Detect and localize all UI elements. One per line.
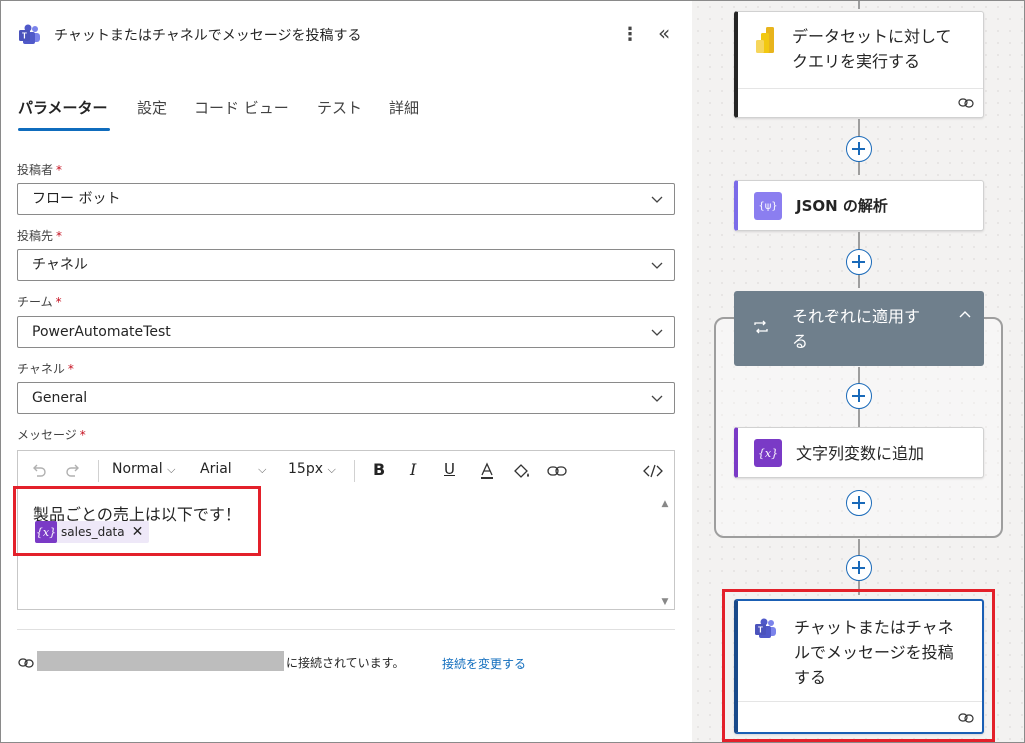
- link-icon: [958, 98, 974, 108]
- connector-line: [858, 1, 860, 9]
- add-step-button[interactable]: [846, 555, 872, 581]
- loop-icon: [754, 320, 768, 334]
- add-step-button[interactable]: [846, 383, 872, 409]
- editor-scrollbar[interactable]: ▲ ▼: [660, 499, 670, 607]
- redo-icon[interactable]: [64, 462, 82, 480]
- font-color-icon[interactable]: [478, 462, 496, 480]
- add-step-button[interactable]: [846, 490, 872, 516]
- highlight-box-action: [722, 589, 995, 742]
- card-append-title: 文字列変数に追加: [796, 444, 925, 463]
- card-query-dataset[interactable]: データセットに対して クエリを実行する: [734, 11, 984, 118]
- underline-icon[interactable]: U: [444, 460, 455, 478]
- tab-settings[interactable]: 設定: [137, 97, 167, 118]
- card-foreach-title: それぞれに適用す る: [792, 307, 921, 351]
- channel-select[interactable]: General: [17, 382, 675, 414]
- poster-label: 投稿者 *: [17, 163, 63, 177]
- font-family-dropdown[interactable]: Arial ⌵: [200, 461, 267, 477]
- active-tab-indicator: [18, 128, 110, 131]
- scroll-down-icon[interactable]: ▼: [660, 597, 670, 607]
- post-in-value: チャネル: [32, 257, 88, 273]
- highlight-icon[interactable]: [512, 462, 532, 480]
- divider: [17, 629, 675, 630]
- tab-details[interactable]: 詳細: [389, 97, 419, 118]
- chevron-up-icon[interactable]: [958, 309, 972, 319]
- highlight-box-message: [13, 486, 261, 556]
- team-label: チーム *: [17, 295, 62, 309]
- poster-value: フロー ボット: [32, 191, 121, 207]
- bold-icon[interactable]: B: [373, 460, 385, 479]
- message-label: メッセージ *: [17, 428, 86, 442]
- card-parse-json[interactable]: {ψ} JSON の解析: [734, 180, 984, 231]
- editor-toolbar: Normal ⌵ Arial ⌵ 15px ⌵ B I U: [18, 451, 674, 491]
- panel-title: チャットまたはチャネルでメッセージを投稿する: [54, 28, 362, 44]
- variable-icon: {x}: [754, 439, 782, 467]
- channel-label: チャネル *: [17, 362, 74, 376]
- collapse-panel-icon[interactable]: «: [658, 22, 678, 44]
- paragraph-style-dropdown[interactable]: Normal ⌵: [112, 461, 175, 477]
- poster-select[interactable]: フロー ボット: [17, 183, 675, 215]
- card-divider: [738, 88, 983, 89]
- card-json-title: JSON の解析: [796, 197, 888, 215]
- action-panel: T チャットまたはチャネルでメッセージを投稿する ⋮ « パラメーター 設定 コ…: [1, 1, 692, 742]
- tab-code-view[interactable]: コード ビュー: [194, 97, 289, 118]
- add-step-button[interactable]: [846, 249, 872, 275]
- toolbar-separator: [354, 460, 355, 482]
- undo-icon[interactable]: [30, 462, 48, 480]
- toolbar-separator: [98, 460, 99, 482]
- connection-icon: [18, 658, 34, 668]
- chevron-down-icon: [651, 395, 663, 402]
- chevron-down-icon: [651, 329, 663, 336]
- chevron-down-icon: [651, 196, 663, 203]
- code-view-icon[interactable]: [642, 463, 664, 479]
- more-options-icon[interactable]: ⋮: [620, 24, 640, 46]
- team-select[interactable]: PowerAutomateTest: [17, 316, 675, 348]
- channel-value: General: [32, 390, 88, 406]
- card-append-variable[interactable]: {x} 文字列変数に追加: [734, 427, 984, 478]
- change-connection-link[interactable]: 接続を変更する: [442, 655, 526, 672]
- json-icon: {ψ}: [754, 192, 782, 220]
- card-foreach[interactable]: それぞれに適用す る: [734, 291, 984, 366]
- post-in-select[interactable]: チャネル: [17, 249, 675, 281]
- chevron-down-icon: [651, 262, 663, 269]
- post-in-label: 投稿先 *: [17, 229, 63, 243]
- team-value: PowerAutomateTest: [32, 324, 171, 340]
- card-query-title: データセットに対して クエリを実行する: [792, 27, 952, 71]
- connection-status: に接続されています。: [286, 656, 405, 670]
- link-icon[interactable]: [546, 463, 568, 479]
- teams-icon: T: [19, 24, 40, 44]
- tab-test[interactable]: テスト: [317, 97, 362, 118]
- tab-parameters[interactable]: パラメーター: [18, 97, 108, 118]
- font-size-dropdown[interactable]: 15px ⌵: [288, 461, 336, 477]
- redacted-account: [37, 651, 284, 671]
- svg-text:T: T: [22, 32, 27, 41]
- powerbi-icon: [756, 27, 774, 53]
- italic-icon[interactable]: I: [410, 460, 416, 479]
- add-step-button[interactable]: [846, 136, 872, 162]
- scroll-up-icon[interactable]: ▲: [660, 499, 670, 509]
